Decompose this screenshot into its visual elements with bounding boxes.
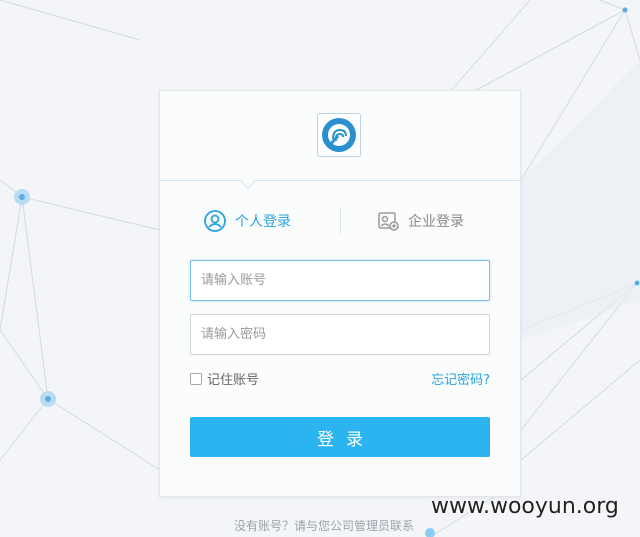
tab-personal-label: 个人登录: [235, 214, 291, 230]
person-icon: [204, 210, 226, 232]
login-card: 个人登录 企业登录 记住账号 忘记密码? 登录: [159, 90, 521, 497]
tab-enterprise-label: 企业登录: [408, 214, 464, 230]
fingerprint-logo: [317, 113, 361, 157]
contact-admin-note: 没有账号？请与您公司管理员联系: [234, 519, 415, 533]
watermark: www.wooyun.org: [431, 494, 619, 519]
checkbox-icon[interactable]: [190, 372, 202, 385]
active-tab-pointer: [240, 174, 256, 190]
logo-area: [160, 91, 520, 190]
enterprise-card-icon: [377, 210, 399, 232]
forgot-password-link[interactable]: 忘记密码?: [431, 369, 490, 388]
remember-account-label: 记住账号: [207, 373, 260, 388]
remember-account-checkbox[interactable]: 记住账号: [190, 369, 259, 388]
login-button[interactable]: 登录: [190, 417, 490, 457]
account-input[interactable]: [190, 260, 490, 301]
tab-divider: [340, 207, 341, 235]
password-input[interactable]: [190, 314, 490, 355]
tab-enterprise-login[interactable]: 企业登录: [377, 203, 464, 239]
tab-personal-login[interactable]: 个人登录: [204, 203, 291, 239]
